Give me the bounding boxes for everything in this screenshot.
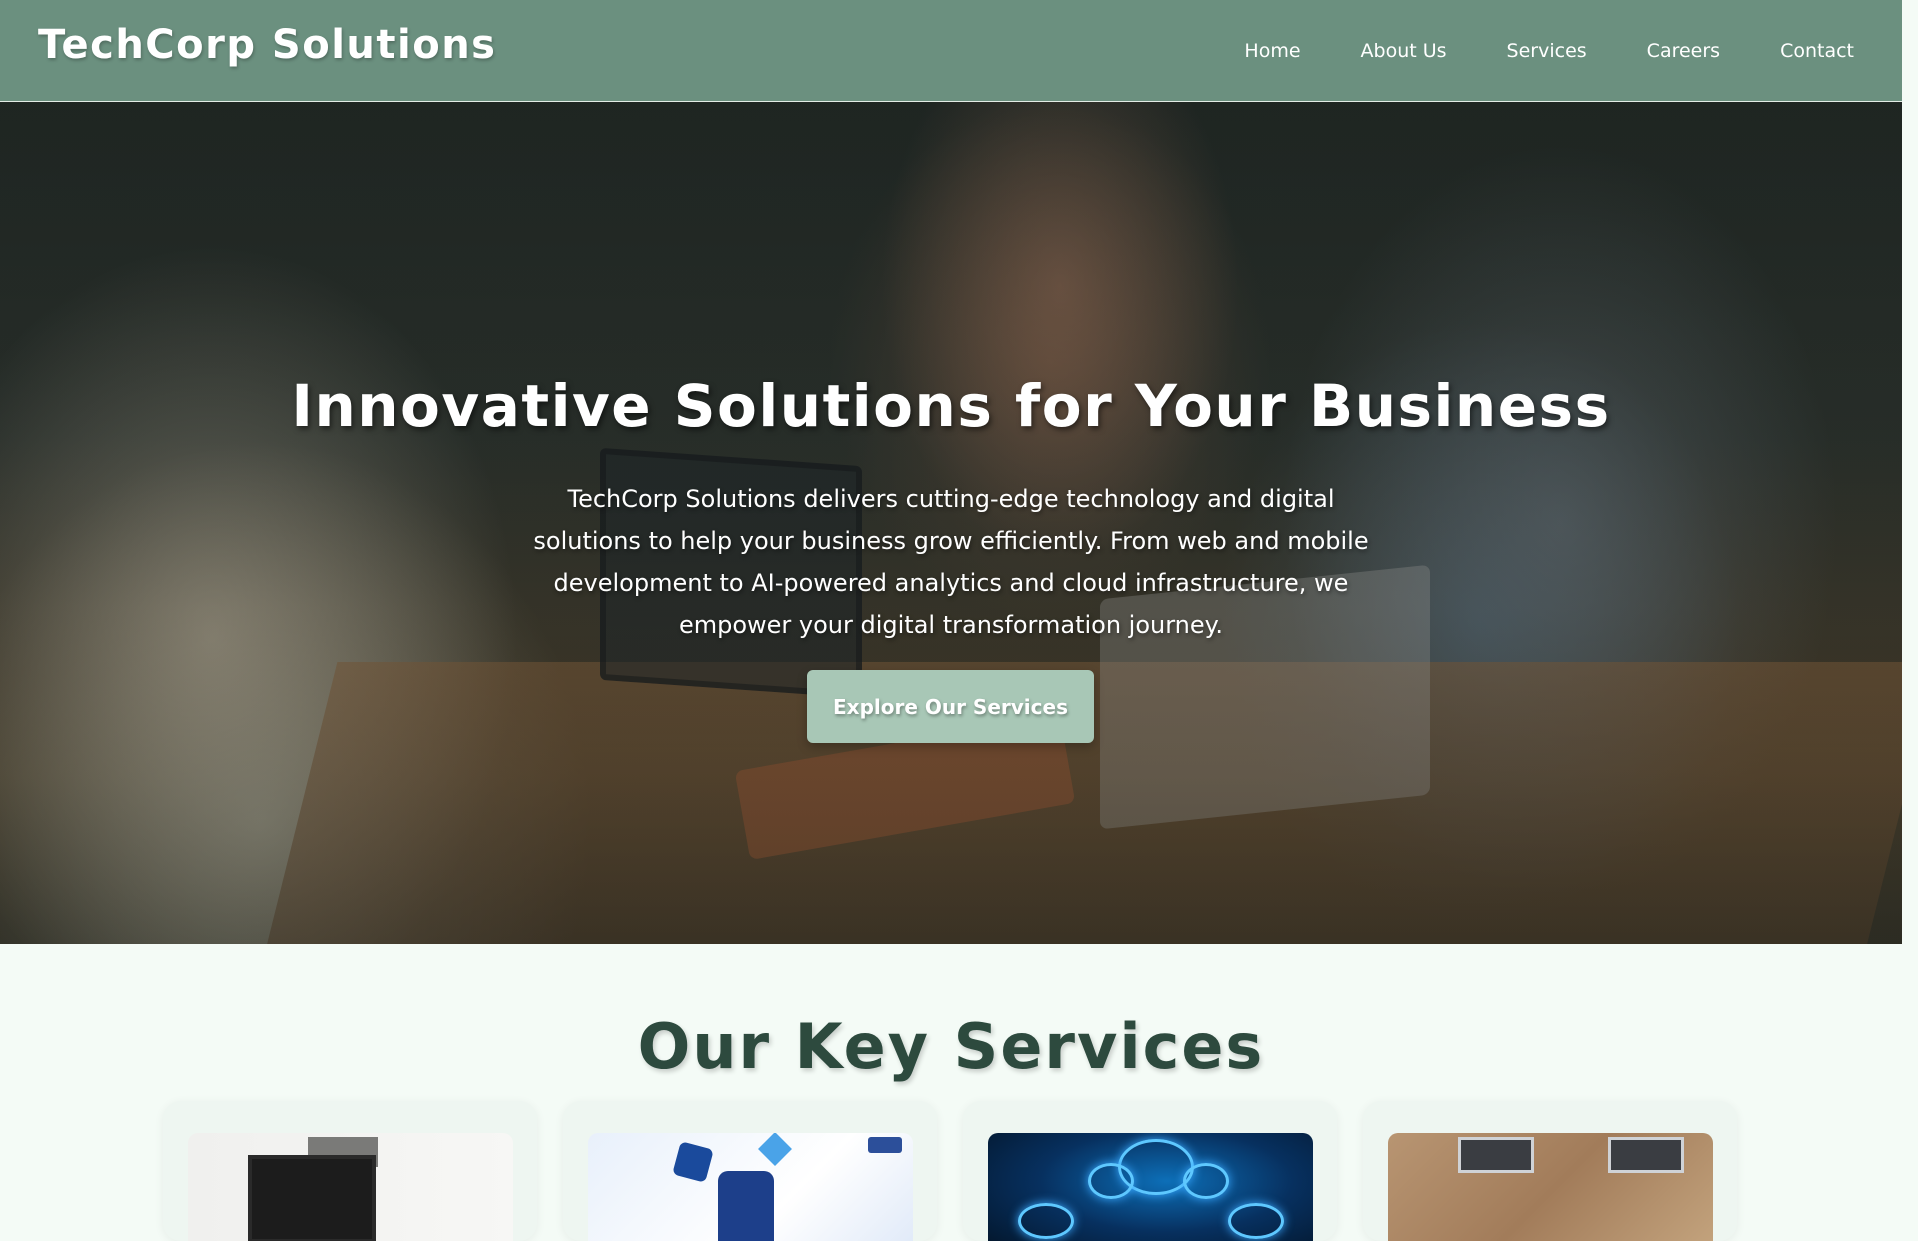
services-cards — [163, 1101, 1739, 1241]
service-card[interactable] — [963, 1101, 1337, 1241]
app-icon — [758, 1133, 792, 1166]
cloud-icon — [1088, 1163, 1134, 1199]
laptop-icon — [1608, 1137, 1684, 1173]
monitor — [248, 1155, 376, 1241]
nav-home[interactable]: Home — [1244, 40, 1300, 62]
service-card-image-mobile — [588, 1133, 913, 1241]
nav-contact[interactable]: Contact — [1780, 40, 1854, 62]
cloud-icon — [1018, 1203, 1074, 1239]
site-header: TechCorp Solutions Home About Us Service… — [0, 0, 1902, 102]
nav-careers[interactable]: Careers — [1647, 40, 1720, 62]
app-icon — [672, 1141, 714, 1183]
services-heading: Our Key Services — [637, 1010, 1265, 1083]
explore-services-button[interactable]: Explore Our Services — [807, 670, 1094, 743]
hero-description: TechCorp Solutions delivers cutting-edge… — [533, 485, 1369, 639]
brand-logo[interactable]: TechCorp Solutions — [38, 22, 496, 68]
service-card[interactable] — [563, 1101, 937, 1241]
laptop-icon — [1458, 1137, 1534, 1173]
service-card-image-cloud — [988, 1133, 1313, 1241]
hero-section: Innovative Solutions for Your Business T… — [0, 102, 1902, 944]
phone-icon — [718, 1171, 774, 1241]
cloud-icon — [1183, 1163, 1229, 1199]
service-card[interactable] — [163, 1101, 537, 1241]
service-card-image-workspace — [188, 1133, 513, 1241]
service-card[interactable] — [1363, 1101, 1737, 1241]
nav-about-us[interactable]: About Us — [1361, 40, 1447, 62]
cloud-icon — [1228, 1203, 1284, 1239]
nav-services[interactable]: Services — [1507, 40, 1587, 62]
service-card-image-team — [1388, 1133, 1713, 1241]
brand-tag — [868, 1137, 902, 1153]
main-nav: Home About Us Services Careers Contact — [1244, 0, 1854, 102]
hero-title: Innovative Solutions for Your Business — [291, 372, 1611, 440]
